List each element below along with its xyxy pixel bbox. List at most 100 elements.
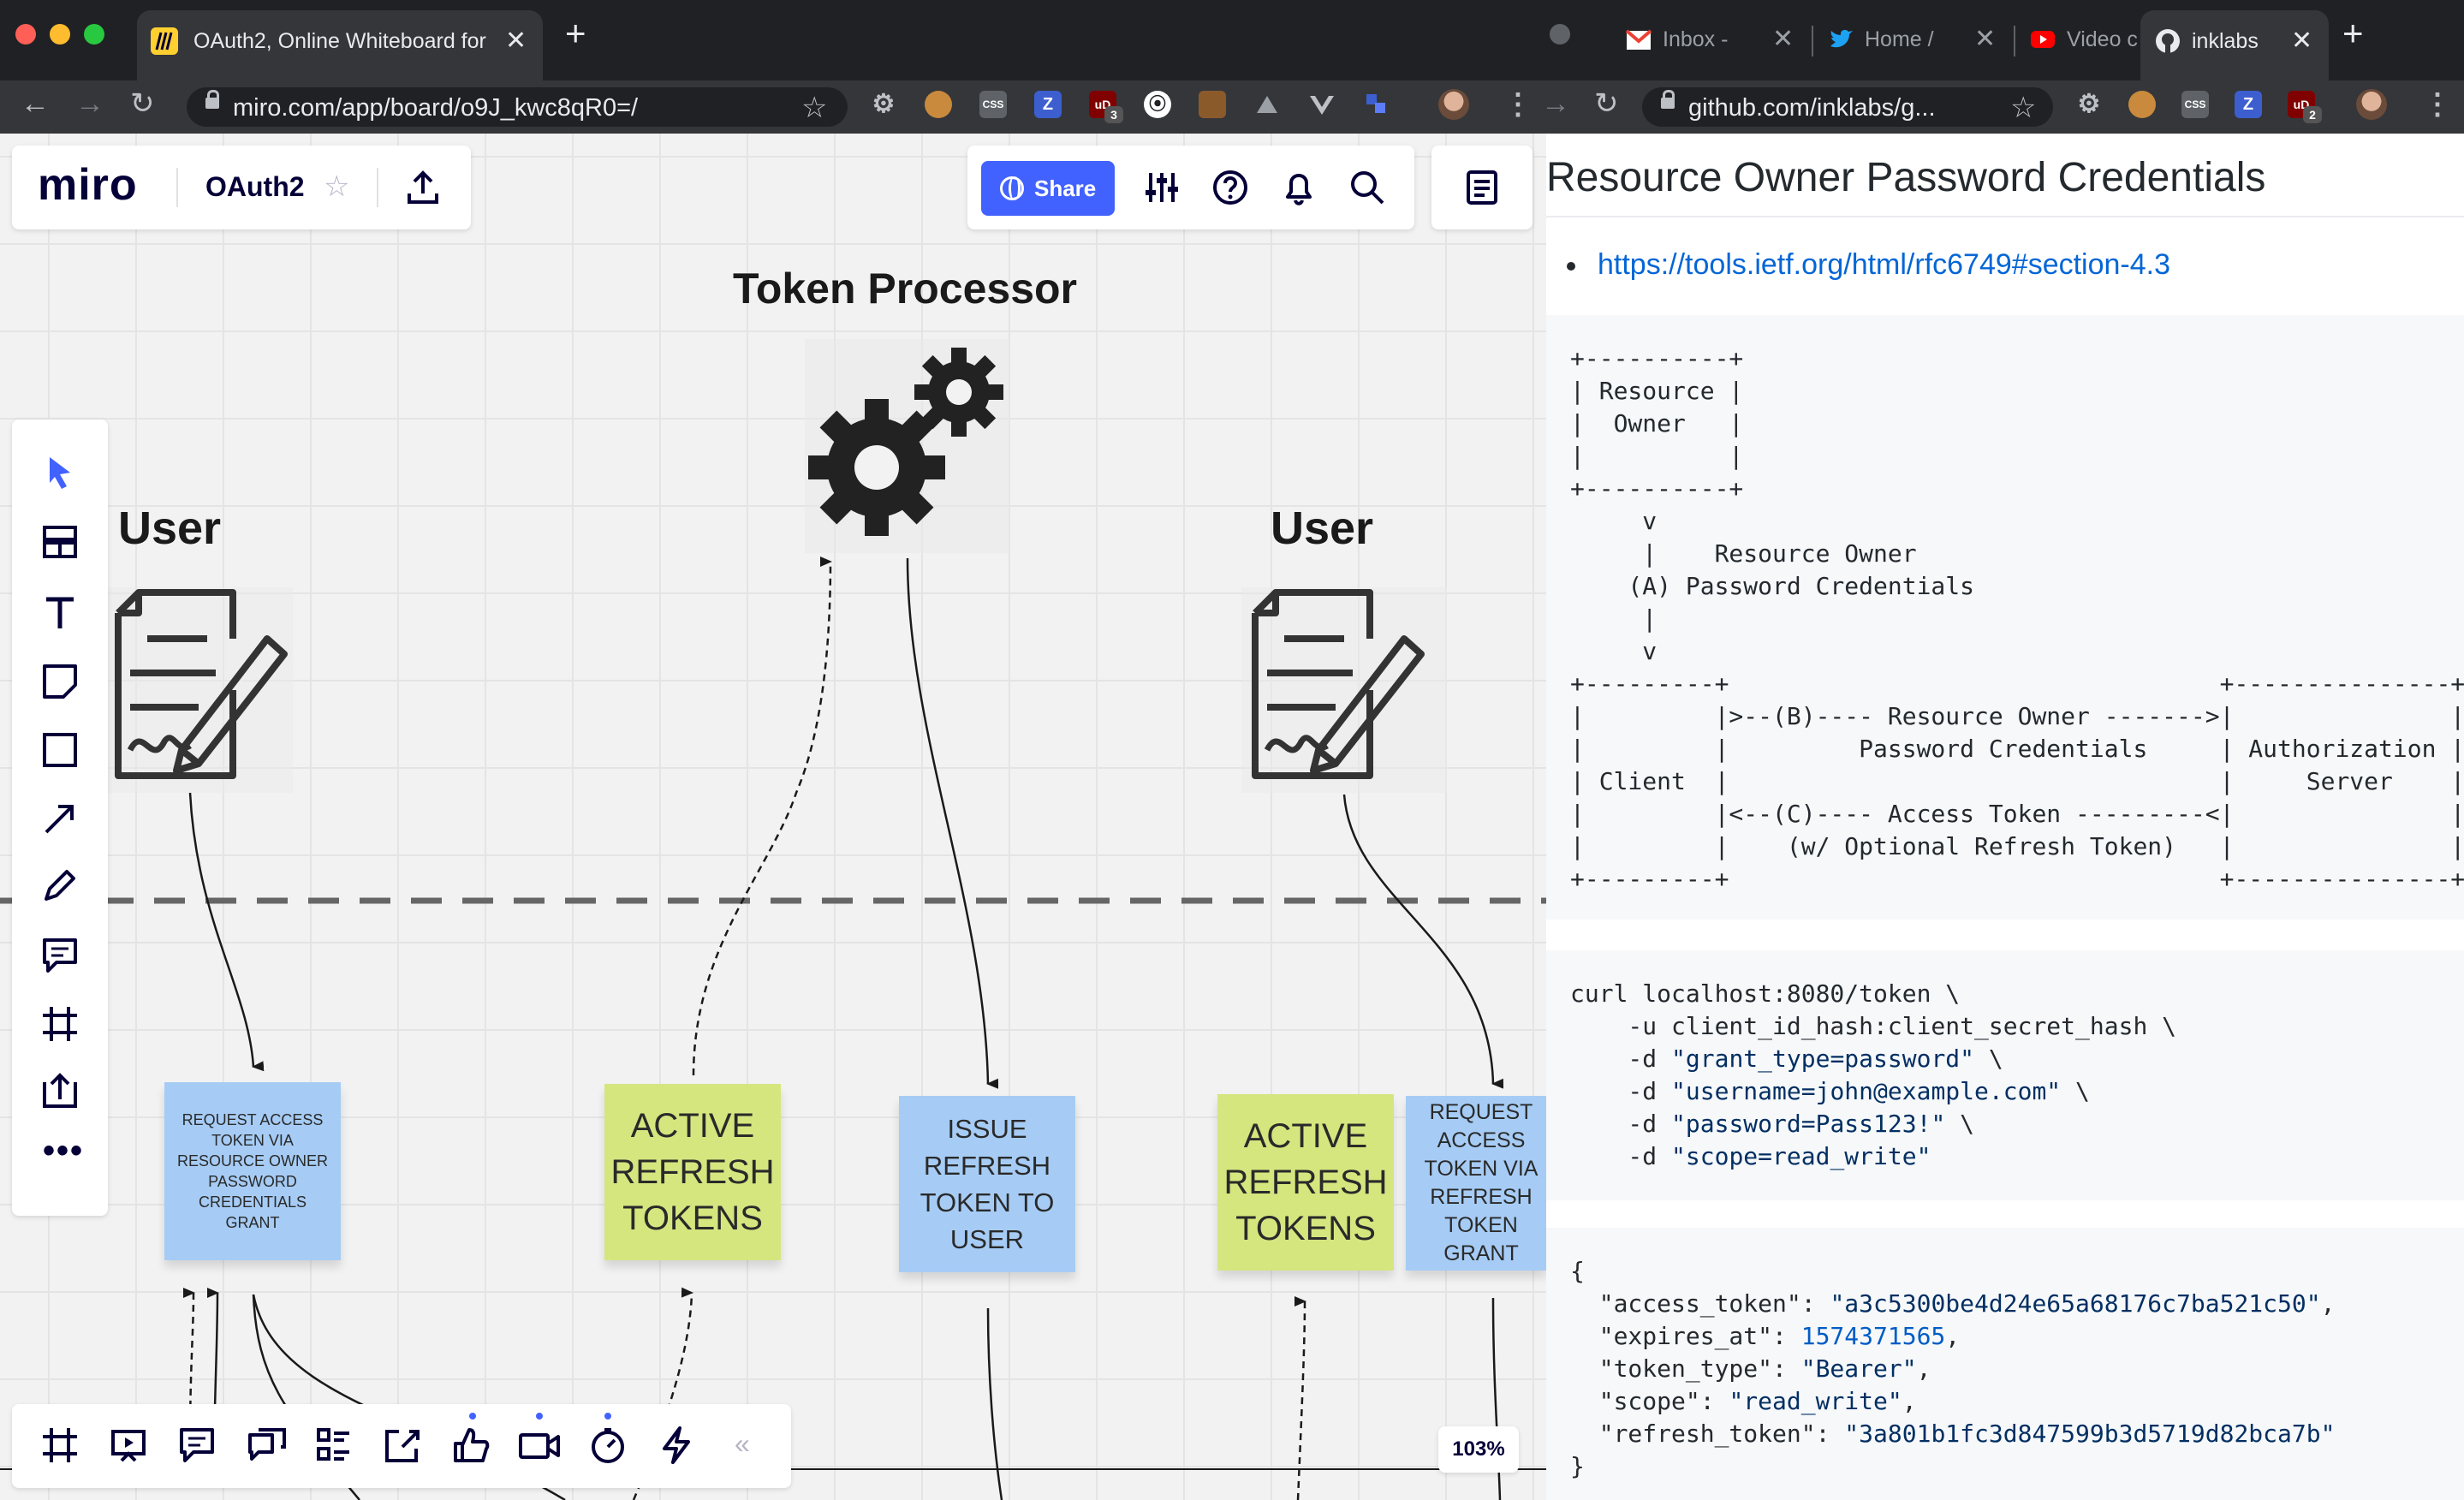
share-button[interactable]: Share	[981, 161, 1115, 216]
drive-extension-icon[interactable]	[1253, 91, 1281, 118]
bookmark-star-icon[interactable]: ☆	[801, 91, 827, 125]
gear-extension-icon[interactable]: ⚙	[870, 91, 897, 118]
zotero-extension-icon[interactable]: Z	[2235, 91, 2262, 118]
favorite-star-icon[interactable]: ☆	[324, 170, 349, 204]
tab-miro[interactable]: OAuth2, Online Whiteboard for ✕	[137, 10, 543, 80]
forward-button[interactable]: →	[1546, 89, 1570, 118]
chat-icon[interactable]	[247, 1426, 288, 1464]
text-tool-icon[interactable]	[41, 594, 79, 632]
upload-icon[interactable]	[41, 1072, 79, 1110]
browser-menu-icon[interactable]: ⋮	[1503, 87, 1533, 122]
tab-github[interactable]: inklabs ✕	[2140, 10, 2329, 80]
forward-button[interactable]: →	[75, 89, 104, 118]
notification-dot	[536, 1413, 543, 1420]
globe-icon	[1000, 176, 1024, 200]
settings-sliders-icon[interactable]	[1144, 170, 1180, 205]
close-tab-icon[interactable]: ✕	[1772, 24, 1794, 54]
bookmark-star-icon[interactable]: ☆	[2010, 91, 2036, 125]
youtube-icon	[2029, 26, 2056, 53]
connection-line-icon[interactable]	[41, 800, 79, 837]
notes-icon[interactable]	[1464, 170, 1500, 205]
ublock-badge: 2	[2303, 106, 2322, 123]
timer-icon[interactable]	[589, 1426, 627, 1464]
profile-avatar[interactable]	[1438, 89, 1469, 120]
reload-button[interactable]: ↻	[1594, 89, 1619, 118]
lock-icon	[205, 90, 219, 109]
shape-tool-icon[interactable]	[41, 731, 79, 769]
help-icon[interactable]	[1212, 170, 1248, 205]
close-window-button[interactable]	[15, 24, 36, 45]
url-text: miro.com/app/board/o9J_kwc8qR0=/	[233, 94, 639, 122]
sticky-note[interactable]: REQUEST ACCESS TOKEN VIA RESOURCE OWNER …	[164, 1082, 341, 1260]
tab-gmail[interactable]: Inbox - ✕	[1613, 10, 1808, 70]
notification-dot	[604, 1413, 611, 1420]
presentation-icon[interactable]	[110, 1426, 147, 1464]
miro-favicon-icon	[151, 27, 178, 55]
url-field[interactable]: github.com/inklabs/g... ☆	[1642, 87, 2053, 127]
heading-token-processor: Token Processor	[733, 265, 1078, 312]
connector-arrow	[188, 792, 265, 1072]
close-tab-icon[interactable]: ✕	[2291, 26, 2312, 56]
gears-icon	[805, 339, 1010, 553]
url-field[interactable]: miro.com/app/board/o9J_kwc8qR0=/ ☆	[187, 87, 848, 127]
card-list-icon[interactable]	[315, 1426, 353, 1464]
gear-extension-icon[interactable]: ⚙	[2075, 91, 2103, 118]
vue-extension-icon[interactable]	[1308, 91, 1336, 118]
document-signature-icon	[104, 587, 293, 793]
sticky-note-tool-icon[interactable]	[41, 663, 79, 700]
templates-icon[interactable]	[41, 524, 79, 562]
cookie-extension-icon[interactable]	[925, 91, 952, 118]
maximize-window-button[interactable]	[84, 24, 104, 45]
connector-arrow	[1294, 1295, 1306, 1500]
sticky-note[interactable]: ACTIVE REFRESH TOKENS	[604, 1084, 781, 1260]
close-tab-icon[interactable]: ✕	[1974, 24, 1996, 54]
connector-layer	[0, 556, 1546, 1500]
record-extension-icon[interactable]: ⦿	[1144, 91, 1171, 118]
profile-avatar[interactable]	[2356, 89, 2387, 120]
tab-title: Inbox -	[1663, 27, 1729, 51]
board-title[interactable]: OAuth2	[205, 171, 305, 203]
sticky-note[interactable]: REQUEST ACCESS TOKEN VIA REFRESH TOKEN G…	[1406, 1096, 1546, 1271]
tab-twitter[interactable]: Home / ✕	[1815, 10, 2010, 70]
back-button[interactable]: ←	[21, 89, 50, 118]
sticky-note[interactable]: ISSUE REFRESH TOKEN TO USER	[899, 1096, 1075, 1272]
css-extension-icon[interactable]: CSS	[2181, 91, 2209, 118]
lightning-icon[interactable]	[658, 1426, 695, 1464]
cookie-extension-icon[interactable]	[2128, 91, 2156, 118]
bell-icon[interactable]	[1281, 170, 1317, 205]
vote-icon[interactable]	[452, 1426, 490, 1464]
sticky-note[interactable]: ACTIVE REFRESH TOKENS	[1217, 1094, 1394, 1271]
frame-tool-icon[interactable]	[41, 1005, 79, 1043]
blocks-extension-icon[interactable]	[1363, 91, 1390, 118]
css-extension-icon[interactable]: CSS	[979, 91, 1007, 118]
reload-button[interactable]: ↻	[130, 89, 155, 118]
zotero-extension-icon[interactable]: Z	[1034, 91, 1062, 118]
tab-title: inklabs	[2192, 29, 2259, 53]
new-tab-button[interactable]: +	[2342, 15, 2364, 51]
screen-share-icon[interactable]	[384, 1426, 421, 1464]
miro-logo[interactable]: miro	[38, 159, 138, 211]
search-icon[interactable]	[1349, 170, 1385, 205]
connector-arrow	[906, 557, 999, 1089]
connector-arrow	[1342, 794, 1504, 1089]
video-icon[interactable]	[517, 1426, 562, 1464]
rfc-link[interactable]: https://tools.ietf.org/html/rfc6749#sect…	[1598, 248, 2170, 282]
frames-icon[interactable]	[41, 1426, 79, 1464]
board-canvas[interactable]: Token Processor User User REQUEST ACCESS…	[0, 134, 1546, 1500]
zoom-level[interactable]: 103%	[1438, 1426, 1519, 1473]
books-extension-icon[interactable]	[1199, 91, 1226, 118]
collapse-toolbar-icon[interactable]: «	[735, 1428, 750, 1460]
comment-tool-icon[interactable]	[41, 937, 79, 974]
minimize-window-button[interactable]	[50, 24, 70, 45]
comments-icon[interactable]	[178, 1426, 216, 1464]
new-tab-button[interactable]: +	[565, 15, 586, 51]
export-icon[interactable]	[404, 168, 442, 207]
close-tab-icon[interactable]: ✕	[505, 26, 527, 56]
github-icon	[2154, 27, 2181, 55]
window-control-button[interactable]	[1550, 24, 1570, 45]
browser-menu-icon[interactable]: ⋮	[2423, 87, 2452, 122]
connector-arrow	[986, 1307, 1003, 1500]
more-tools-icon[interactable]: •••	[43, 1132, 84, 1170]
select-cursor-icon[interactable]	[43, 454, 77, 491]
pen-tool-icon[interactable]	[41, 866, 79, 904]
